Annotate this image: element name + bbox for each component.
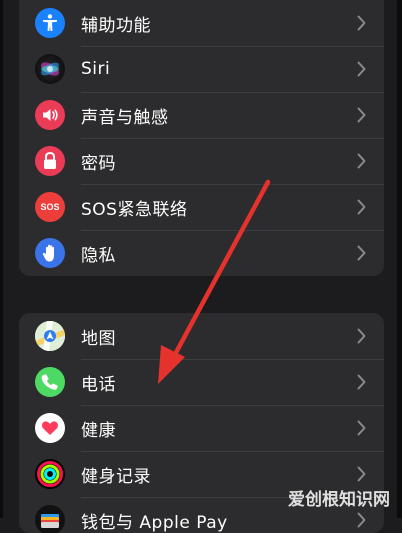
settings-row-sounds-haptics[interactable]: 声音与触感 <box>19 92 384 138</box>
chevron-right-icon <box>357 15 366 31</box>
chevron-right-icon <box>357 374 366 390</box>
hand-icon <box>35 238 65 268</box>
settings-row-privacy[interactable]: 隐私 <box>19 230 384 276</box>
screen-edge-left <box>0 0 3 518</box>
chevron-right-icon <box>357 61 366 77</box>
heart-icon <box>35 413 65 443</box>
maps-icon <box>35 321 65 351</box>
settings-row-phone[interactable]: 电话 <box>19 359 384 405</box>
settings-row-label: 健身记录 <box>81 466 151 487</box>
settings-row-label: 隐私 <box>81 245 116 266</box>
settings-row-label: 电话 <box>81 374 116 395</box>
accessibility-icon <box>35 8 65 38</box>
chevron-right-icon <box>357 466 366 482</box>
chevron-right-icon <box>357 512 366 528</box>
settings-row-label: 密码 <box>81 153 116 174</box>
settings-row-label: 健康 <box>81 420 116 441</box>
settings-row-accessibility[interactable]: 辅助功能 <box>19 0 384 46</box>
screen-edge-right <box>397 0 402 518</box>
phone-icon <box>35 367 65 397</box>
settings-row-siri[interactable]: Siri <box>19 46 384 92</box>
chevron-right-icon <box>357 328 366 344</box>
speaker-icon <box>35 100 65 130</box>
siri-icon <box>35 54 65 84</box>
settings-group-1: 辅助功能 Siri 声音与触感 密码 SOS SOS紧急联络 隐私 <box>19 0 384 276</box>
settings-row-label: 钱包与 Apple Pay <box>81 512 228 533</box>
chevron-right-icon <box>357 420 366 436</box>
settings-row-label: 地图 <box>81 328 116 349</box>
watermark-text: 爱创根知识网 <box>288 490 390 510</box>
chevron-right-icon <box>357 245 366 261</box>
lock-icon <box>35 146 65 176</box>
settings-row-health[interactable]: 健康 <box>19 405 384 451</box>
settings-row-emergency-sos[interactable]: SOS SOS紧急联络 <box>19 184 384 230</box>
settings-row-passcode[interactable]: 密码 <box>19 138 384 184</box>
chevron-right-icon <box>357 153 366 169</box>
settings-row-label: Siri <box>81 59 111 79</box>
settings-row-label: 辅助功能 <box>81 15 151 36</box>
chevron-right-icon <box>357 199 366 215</box>
sos-icon-text: SOS <box>40 202 60 212</box>
sos-icon: SOS <box>35 192 65 222</box>
settings-row-label: SOS紧急联络 <box>81 199 188 220</box>
settings-row-label: 声音与触感 <box>81 107 169 128</box>
wallet-icon <box>35 505 65 533</box>
settings-row-maps[interactable]: 地图 <box>19 313 384 359</box>
activity-rings-icon <box>35 459 65 489</box>
chevron-right-icon <box>357 107 366 123</box>
